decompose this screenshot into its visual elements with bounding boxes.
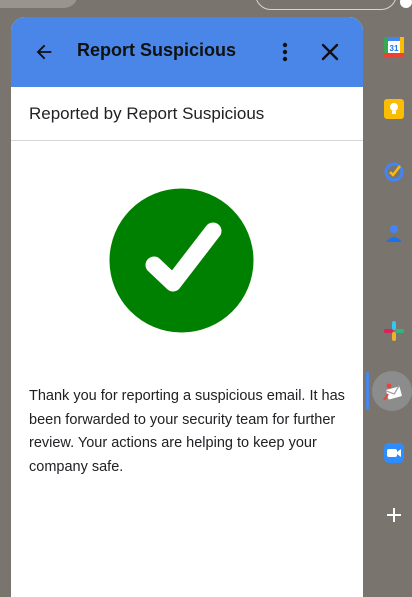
zoom-icon[interactable] (382, 441, 406, 465)
success-check (109, 188, 254, 333)
slack-icon[interactable] (382, 319, 406, 343)
close-button[interactable] (317, 39, 343, 65)
active-addon-indicator (366, 372, 369, 410)
keep-icon[interactable] (382, 97, 406, 121)
report-suspicious-panel: Report Suspicious Reported by Report Sus… (11, 17, 363, 597)
checkmark-circle-icon (109, 188, 254, 333)
report-suspicious-icon[interactable] (382, 380, 406, 404)
tasks-icon[interactable] (382, 159, 406, 183)
add-addon-button[interactable] (382, 503, 406, 527)
top-avatar-fragment (400, 0, 412, 8)
panel-header: Report Suspicious (11, 17, 363, 87)
reported-by-text: Reported by Report Suspicious (11, 87, 363, 141)
arrow-left-icon (36, 44, 52, 60)
back-button[interactable] (31, 39, 57, 65)
contacts-icon[interactable] (382, 221, 406, 245)
top-button-fragment (255, 0, 397, 10)
close-icon (321, 43, 339, 61)
more-options-button[interactable] (275, 39, 295, 65)
top-tab-fragment (0, 0, 78, 8)
more-vert-icon (282, 42, 288, 62)
add-icon (387, 508, 401, 522)
panel-title: Report Suspicious (77, 40, 237, 60)
calendar-date: 31 (390, 44, 399, 53)
confirmation-message: Thank you for reporting a suspicious ema… (29, 388, 345, 475)
calendar-icon[interactable]: 31 (382, 35, 406, 59)
